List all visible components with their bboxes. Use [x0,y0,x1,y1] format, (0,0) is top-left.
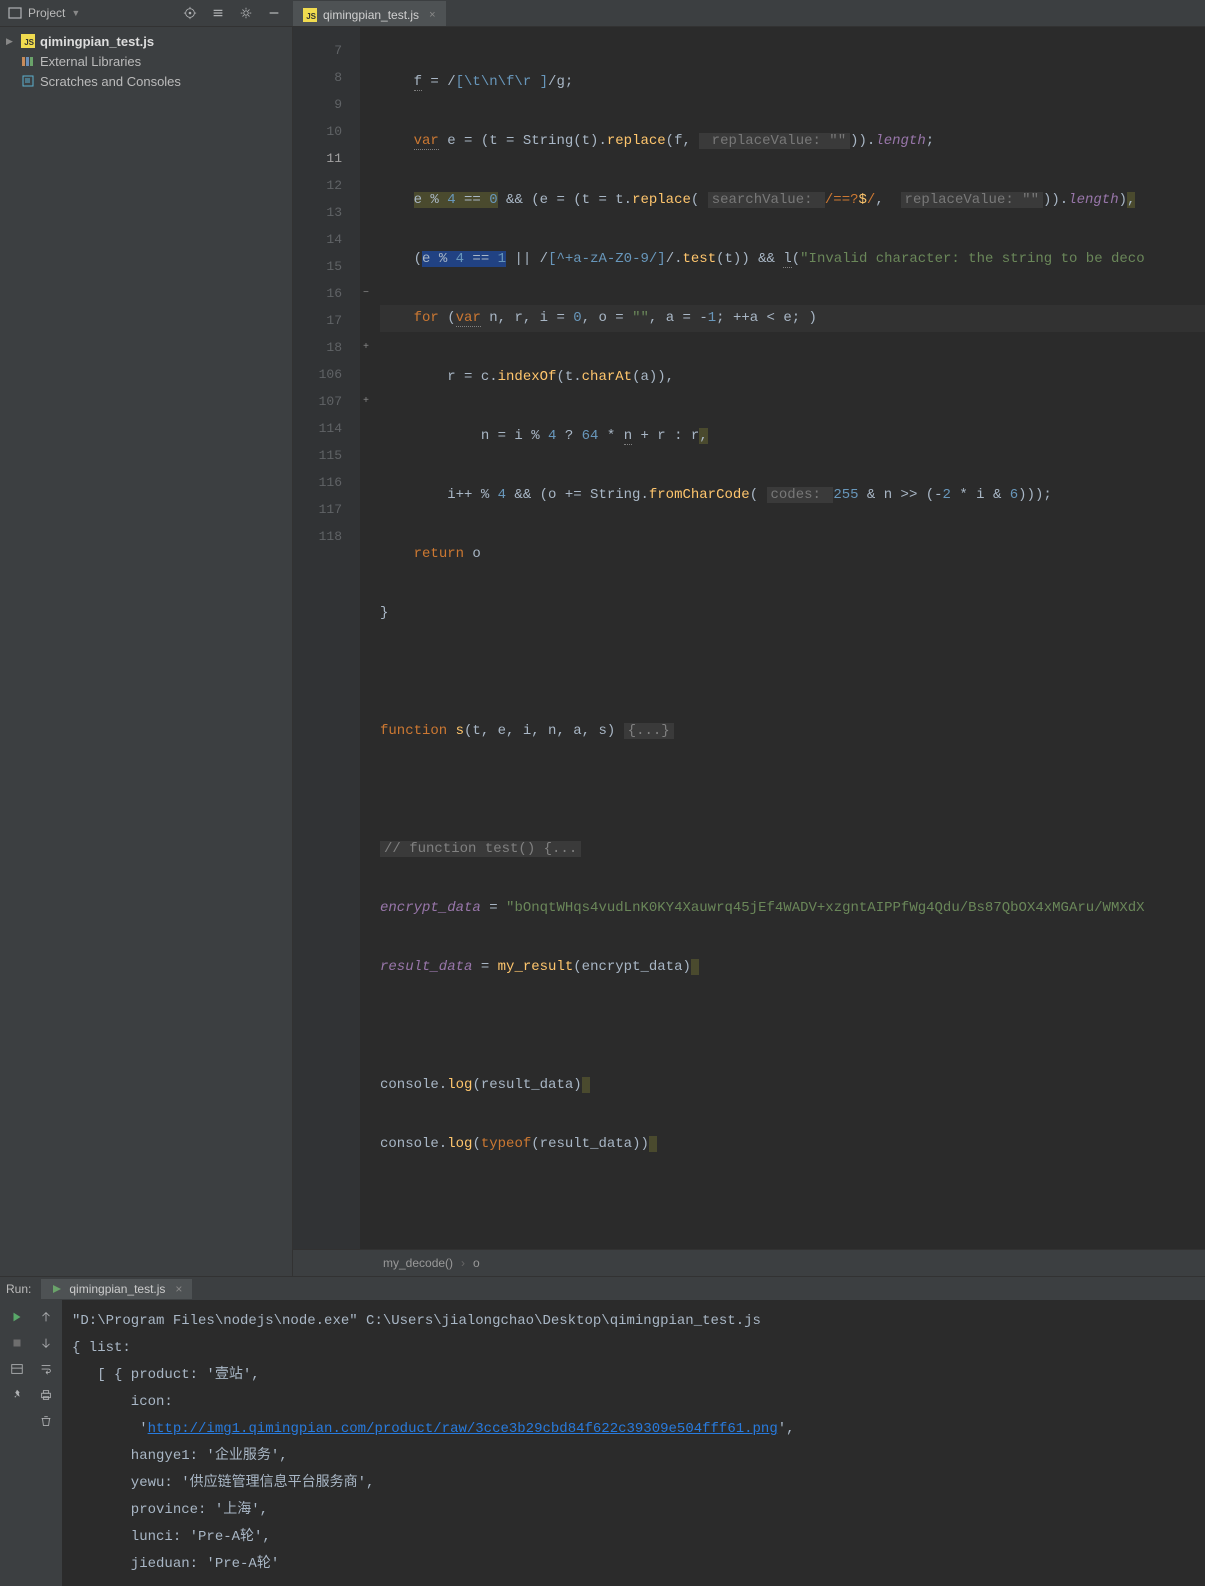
run-tab[interactable]: qimingpian_test.js × [41,1279,192,1299]
layout-icon[interactable] [2,1356,31,1382]
console-output[interactable]: "D:\Program Files\nodejs\node.exe" C:\Us… [62,1300,1205,1586]
close-icon[interactable]: × [429,9,435,21]
down-icon[interactable] [31,1330,60,1356]
run-toolbar [0,1300,62,1586]
tab-label: qimingpian_test.js [323,8,419,22]
project-icon [8,6,22,20]
gear-icon[interactable] [235,2,257,24]
tree-label: Scratches and Consoles [40,74,181,89]
trash-icon[interactable] [31,1408,60,1434]
project-toolbar: Project ▼ [0,0,293,27]
wrap-icon[interactable] [31,1356,60,1382]
locate-icon[interactable] [179,2,201,24]
tab-file[interactable]: JS qimingpian_test.js × [293,1,446,26]
line-gutter[interactable]: 7891011121314151617181061071141151161171… [293,27,360,1249]
project-label[interactable]: Project [28,6,65,20]
close-icon[interactable]: × [175,1282,182,1296]
js-icon: JS [303,8,317,22]
run-label: Run: [6,1282,31,1296]
run-panel: Run: qimingpian_test.js × "D:\Program Fi… [0,1276,1205,1586]
tree-item-lib[interactable]: External Libraries [0,51,292,71]
console-link[interactable]: http://img1.qimingpian.com/product/raw/3… [148,1421,778,1437]
project-tree: ▶ JS qimingpian_test.js External Librari… [0,27,293,1276]
chevron-down-icon[interactable]: ▼ [71,8,80,18]
pin-icon[interactable] [2,1382,31,1408]
chevron-right-icon: › [461,1256,465,1270]
run-config-icon [51,1283,63,1295]
scratch-icon [20,73,36,89]
editor-tab-bar: JS qimingpian_test.js × [293,0,1205,27]
breadcrumb-item[interactable]: my_decode() [383,1256,453,1270]
tree-item-file[interactable]: ▶ JS qimingpian_test.js [0,31,292,51]
library-icon [20,53,36,69]
tree-label: External Libraries [40,54,141,69]
js-icon: JS [21,34,35,48]
run-icon[interactable] [2,1304,31,1330]
breadcrumb-item[interactable]: o [473,1256,480,1270]
code-area[interactable]: f = /[\t\n\f\r ]/g; var e = (t = String(… [360,27,1205,1249]
breadcrumb-bar: my_decode() › o [293,1249,1205,1276]
tree-label: qimingpian_test.js [40,34,154,49]
up-icon[interactable] [31,1304,60,1330]
code-editor: 7891011121314151617181061071141151161171… [293,27,1205,1249]
minimize-icon[interactable] [263,2,285,24]
tree-item-scratch[interactable]: Scratches and Consoles [0,71,292,91]
print-icon[interactable] [31,1382,60,1408]
stop-icon[interactable] [2,1330,31,1356]
chevron-right-icon[interactable]: ▶ [6,36,16,47]
expand-all-icon[interactable] [207,2,229,24]
